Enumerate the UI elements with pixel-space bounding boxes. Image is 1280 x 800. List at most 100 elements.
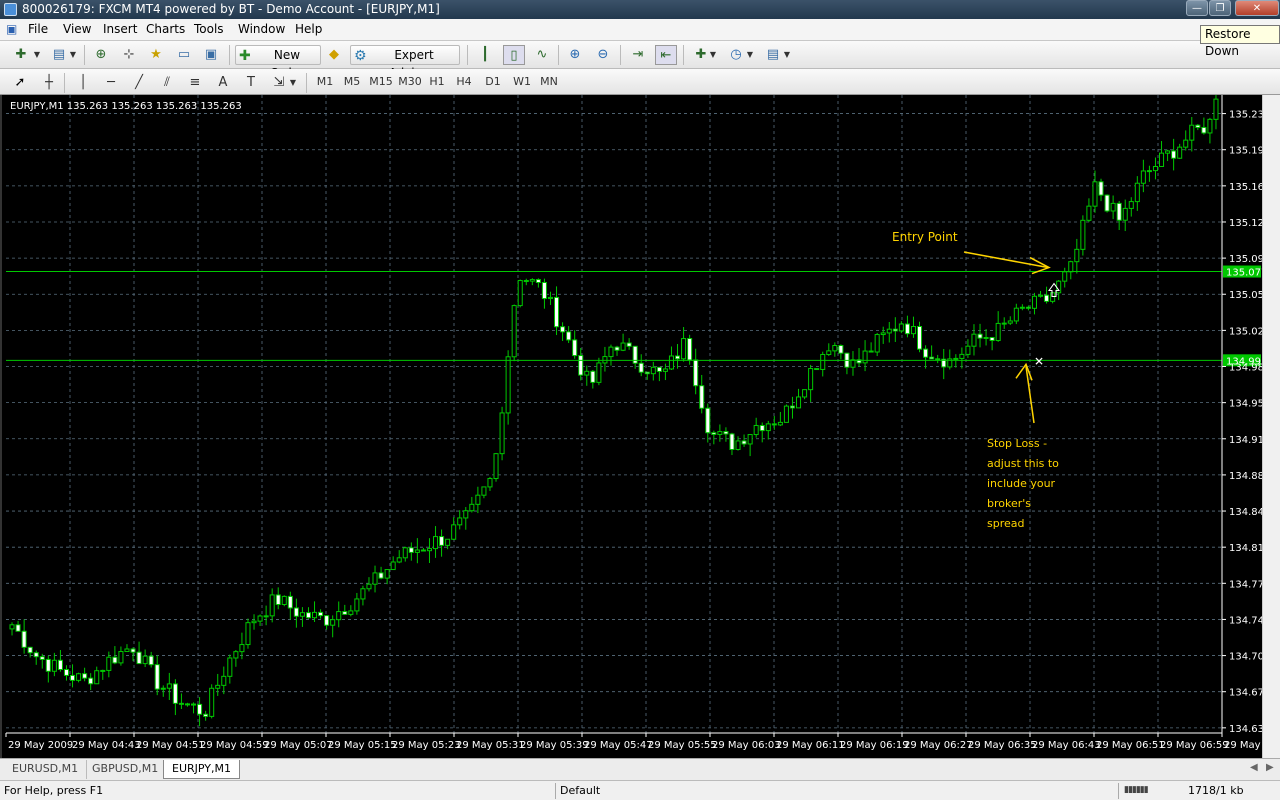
bull-candle: [1074, 248, 1080, 263]
zoom-in-icon[interactable]: ⊕: [564, 45, 586, 65]
menu-charts[interactable]: Charts: [146, 22, 185, 36]
price-label: 135.077: [1226, 268, 1262, 279]
timeframe-h1[interactable]: H1: [426, 73, 448, 91]
menu-tools[interactable]: Tools: [194, 22, 224, 36]
x-tick-label: 29 May 07:0: [1224, 740, 1262, 751]
profiles-icon[interactable]: ▤: [48, 45, 70, 65]
bear-candle: [675, 355, 681, 360]
horizontal-line-icon[interactable]: ─: [100, 73, 122, 93]
chevron-down-icon[interactable]: ▼: [68, 45, 78, 65]
timeframe-mn[interactable]: MN: [537, 73, 561, 91]
close-button[interactable]: ✕: [1235, 0, 1279, 16]
bull-candle: [499, 412, 505, 455]
tab-eurusd[interactable]: EURUSD,M1: [4, 760, 88, 779]
chevron-down-icon[interactable]: ▼: [782, 45, 792, 65]
child-window-icon[interactable]: ▣: [6, 22, 17, 36]
close-icon: ✕: [1252, 3, 1262, 14]
timeframe-d1[interactable]: D1: [482, 73, 504, 91]
chart-shift-icon[interactable]: ⇥: [627, 45, 649, 65]
timeframe-w1[interactable]: W1: [510, 73, 534, 91]
tab-scroll-right-icon[interactable]: ▶: [1266, 762, 1274, 773]
bar-chart-icon[interactable]: ┃: [474, 45, 496, 65]
expert-advisors-button[interactable]: ⚙Expert Advisors: [350, 45, 460, 80]
market-watch-icon[interactable]: ⊕: [90, 45, 112, 65]
bear-candle: [723, 431, 729, 435]
timeframe-h4[interactable]: H4: [453, 73, 475, 91]
text-icon[interactable]: A: [212, 73, 234, 93]
bear-candle: [535, 279, 541, 283]
chevron-down-icon[interactable]: ▼: [288, 73, 298, 93]
trendline-icon[interactable]: ╱: [128, 73, 150, 93]
new-chart-icon[interactable]: ✚: [10, 45, 32, 65]
minimize-button[interactable]: —: [1186, 0, 1208, 16]
bear-candle: [33, 652, 39, 658]
bull-candle: [529, 279, 535, 282]
bull-candle: [1068, 261, 1074, 273]
timeframe-m30[interactable]: M30: [396, 73, 424, 91]
bull-candle: [802, 389, 808, 398]
bull-candle: [777, 421, 783, 426]
tab-eurjpy[interactable]: EURJPY,M1: [163, 760, 240, 779]
candlestick-chart[interactable]: 135.077134.991 135.230135.195135.160135.…: [2, 95, 1262, 758]
timeframe-m15[interactable]: M15: [367, 73, 395, 91]
tester-icon[interactable]: ▣: [200, 45, 222, 65]
tab-gbpusd[interactable]: GBPUSD,M1: [84, 760, 168, 779]
equidistant-channel-icon[interactable]: ⫽: [156, 73, 178, 93]
menu-window[interactable]: Window: [238, 22, 285, 36]
bull-candle: [1189, 124, 1195, 141]
chevron-down-icon[interactable]: ▼: [32, 45, 42, 65]
chevron-down-icon[interactable]: ▼: [708, 45, 718, 65]
alert-icon[interactable]: ◆: [323, 45, 345, 65]
stop-loss-label: include your: [987, 477, 1056, 490]
terminal-icon[interactable]: ▭: [173, 45, 195, 65]
bull-candle: [366, 583, 372, 590]
timeframe-m1[interactable]: M1: [313, 73, 337, 91]
navigator-icon[interactable]: ★: [145, 45, 167, 65]
text-label-icon[interactable]: T: [240, 73, 262, 93]
menu-insert[interactable]: Insert: [103, 22, 137, 36]
bull-candle: [995, 322, 1001, 341]
cursor-icon[interactable]: ➚: [9, 73, 31, 93]
bear-candle: [305, 612, 312, 619]
new-order-button[interactable]: ✚New Order: [235, 45, 321, 80]
x-tick-label: 29 May 05:39: [520, 740, 589, 751]
menu-help[interactable]: Help: [295, 22, 322, 36]
bear-candle: [759, 424, 765, 432]
stop-loss-label: adjust this to: [987, 457, 1059, 470]
y-tick-label: 135.230: [1229, 110, 1262, 121]
data-window-icon[interactable]: ⊹: [118, 45, 140, 65]
restore-button[interactable]: ❐: [1209, 0, 1231, 16]
bull-candle: [9, 624, 15, 630]
templates-icon[interactable]: ▤: [762, 45, 784, 65]
bear-candle: [560, 326, 566, 333]
candlesticks-icon[interactable]: ▯: [503, 45, 525, 65]
bull-candle: [299, 612, 305, 617]
chart-window[interactable]: 135.077134.991 135.230135.195135.160135.…: [0, 95, 1262, 758]
bull-candle: [1050, 292, 1056, 302]
y-tick-label: 134.985: [1229, 363, 1262, 374]
bear-candle: [39, 656, 45, 660]
bull-candle: [100, 669, 106, 672]
restore-tooltip: Restore Down: [1200, 25, 1280, 58]
chevron-down-icon[interactable]: ▼: [745, 45, 755, 65]
x-tick-label: 29 May 05:07: [264, 740, 333, 751]
timeframe-m5[interactable]: M5: [340, 73, 364, 91]
bull-candle: [1213, 98, 1219, 120]
autoscroll-icon[interactable]: ⇤: [655, 45, 677, 65]
fibonacci-icon[interactable]: ≡: [184, 73, 206, 93]
bull-candle: [1031, 295, 1037, 309]
bull-candle: [1122, 207, 1128, 221]
arrows-icon[interactable]: ⇲: [268, 73, 290, 93]
vertical-line-icon[interactable]: │: [72, 73, 94, 93]
bull-candle: [662, 368, 668, 372]
line-chart-icon[interactable]: ∿: [531, 45, 553, 65]
menu-file[interactable]: File: [28, 22, 48, 36]
menu-view[interactable]: View: [63, 22, 91, 36]
bull-candle: [880, 332, 886, 336]
zoom-out-icon[interactable]: ⊖: [592, 45, 614, 65]
vertical-scrollbar[interactable]: [1262, 95, 1280, 758]
bear-candle: [656, 366, 662, 372]
crosshair-icon[interactable]: ┼: [38, 73, 60, 93]
tab-scroll-left-icon[interactable]: ◀: [1250, 762, 1258, 773]
periods-icon[interactable]: ◷: [725, 45, 747, 65]
